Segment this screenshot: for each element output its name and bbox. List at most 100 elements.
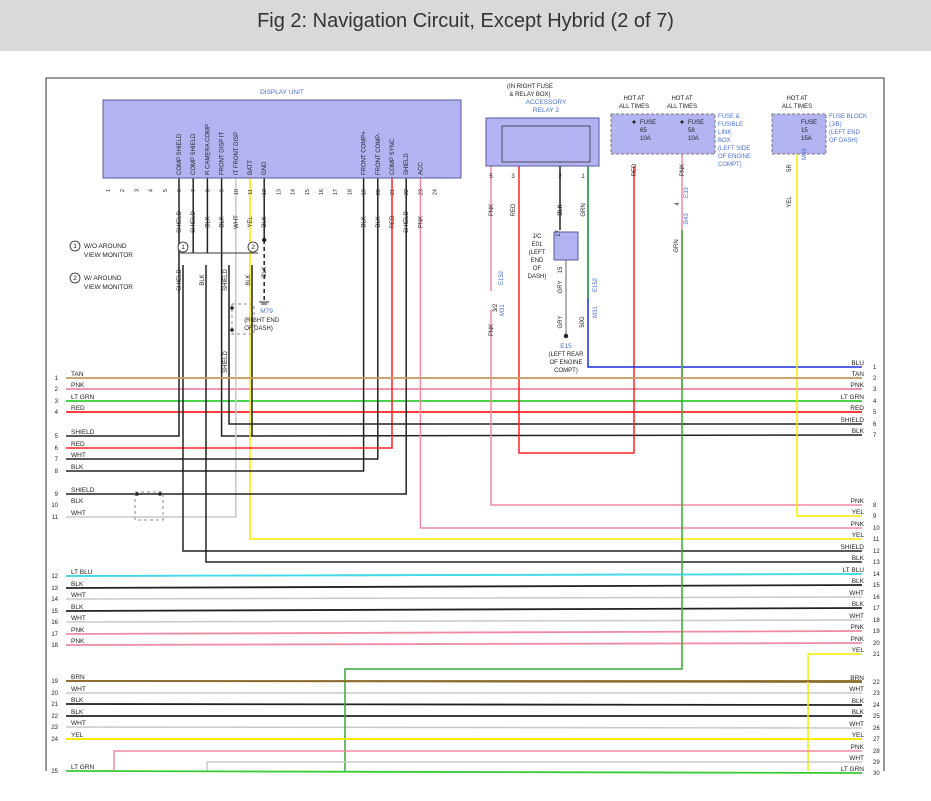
pin-name: COMP SYNC [390, 138, 396, 175]
fuse-hot-label: ALL TIMES [619, 104, 649, 110]
labels-layer: 1 TAN 2 PNK 3 LT GRN 4 RED 5 SHIELD 6 RED 7 WHT 8 BLK 9 S… [51, 84, 880, 777]
relay-pin-number: 1 [581, 174, 585, 180]
bus-left-color: BLK [71, 604, 84, 611]
bus-right-number: 28 [873, 749, 880, 755]
bus-right-number: 11 [873, 537, 880, 543]
bus-right-number: 4 [873, 399, 877, 405]
pin-number: 11 [248, 189, 254, 195]
relay-wire-color: GRN [581, 203, 587, 216]
bus-left-color: LT GRN [71, 764, 95, 771]
grn-wire-down [344, 230, 683, 771]
pin-name: BATT [248, 160, 254, 175]
bus-right-color: SHIELD [841, 417, 865, 424]
wire-color-label: BLK [220, 216, 226, 227]
connector-id: E152 [499, 270, 505, 285]
bus-right-color: WHT [849, 721, 864, 728]
bus-right-number: 15 [873, 583, 880, 589]
fusible-box-label: BOX [718, 138, 731, 144]
fuse-hot-label: HOT AT [623, 96, 644, 102]
bus-right-color: BLK [852, 555, 865, 562]
wire-color-label: BLK [205, 216, 211, 227]
fuse-label: FUSE [640, 120, 656, 126]
fuse-58-pnk [681, 154, 862, 390]
bus-right-number: 12 [873, 549, 880, 555]
pin-name: ACC [418, 162, 424, 175]
splice-dot [230, 328, 234, 332]
wire-color-label: BLK [376, 216, 382, 227]
fuse-block-wire-color: YEL [787, 196, 793, 208]
bus-right-number: 29 [873, 760, 880, 766]
relay-red-wire [518, 166, 635, 454]
bus-right-color: SHIELD [841, 544, 865, 551]
relay-location: & RELAY BOX) [509, 92, 550, 98]
relay-name: ACCESSORY [526, 99, 567, 106]
pin-number: 20 [376, 189, 382, 195]
splice-dot [230, 306, 234, 310]
relay-pin-number: 2 [558, 174, 562, 180]
fuse-block-jb [771, 113, 827, 155]
bus-right-number: 10 [873, 526, 880, 532]
e15-pin: 50G [580, 316, 586, 328]
pin-name: FRONT COMP- [376, 133, 382, 175]
branch-label: SHIELD [223, 351, 229, 373]
jc-e01-label: J/C [533, 234, 543, 240]
bus-left-color: BRN [71, 674, 85, 681]
bus-right-color: PNK [851, 624, 865, 631]
ground-symbol [259, 301, 270, 305]
bus-left-number: 5 [55, 434, 59, 440]
jc-pin: 17 [556, 229, 562, 236]
bus-left-color: BLK [71, 709, 84, 716]
bus-left-color: WHT [71, 720, 86, 727]
fuse-label: 58 [688, 128, 695, 134]
e15-location: OF ENGINE [549, 360, 582, 366]
legend-text: W/O AROUND [84, 243, 127, 250]
relay-pin-number: 5 [489, 174, 493, 180]
e15-wire-color: GRY [558, 316, 564, 329]
bus-right-number: 26 [873, 726, 880, 732]
pin-number: 10 [234, 189, 240, 195]
pin-number: 18 [347, 189, 353, 195]
bus-left-number: 4 [55, 410, 59, 416]
pin-number: 2 [120, 189, 126, 192]
fuse-block-pin: 5R [787, 163, 793, 171]
bus-left-number: 11 [52, 515, 59, 521]
fusible-box-label: COMPT) [718, 162, 742, 168]
pin-number: 1 [106, 189, 112, 192]
wire-color-label: PNK [418, 216, 424, 228]
bus-right-number: 6 [873, 422, 877, 428]
jc-e01-label: E01 [532, 242, 543, 248]
pnk-lower-bus [113, 750, 862, 771]
wire-color-label: SHIELD [191, 211, 197, 233]
pin-number: 15 [305, 189, 311, 195]
connector-pin: 4 [675, 202, 681, 206]
bus-wire [65, 630, 863, 635]
pin-number: 6 [177, 189, 183, 192]
wire-color-label: GRN [674, 239, 680, 252]
bus-right-color: TAN [851, 371, 864, 378]
wire-color-label: SHIELD [404, 211, 410, 233]
fusible-box-label: FUSIBLE [718, 122, 743, 128]
bus-right-number: 27 [873, 737, 880, 743]
bus-left-color: YEL [71, 732, 84, 739]
relay-wire-color: PNK [489, 204, 495, 216]
pin-number: 22 [404, 189, 410, 195]
legend-number: 1 [73, 243, 77, 250]
pin-number: 16 [319, 189, 325, 195]
bus-right-number: 17 [873, 606, 880, 612]
fuse-block-label: 15A [801, 136, 812, 142]
wire-color-label: PNK [489, 324, 495, 336]
bus-left-color: BLK [71, 498, 84, 505]
fusible-box-label: FUSE & [718, 114, 740, 120]
wire-color-label: WHT [234, 215, 240, 229]
connector-pin: 3/2 [493, 303, 499, 312]
jc-e01-label: END [531, 258, 544, 264]
connector-id: E33 [684, 187, 690, 198]
fuse-wire-color: PNK [680, 164, 686, 176]
legend-number: 2 [73, 275, 77, 282]
connector-id: M31 [500, 304, 506, 316]
pin-name: COMP SHIELD [177, 133, 183, 175]
branch-label: SHIELD [177, 269, 183, 291]
option-2-number: 2 [251, 244, 255, 251]
pin-number: 13 [276, 189, 282, 195]
jc-pin: 15 [558, 266, 564, 273]
